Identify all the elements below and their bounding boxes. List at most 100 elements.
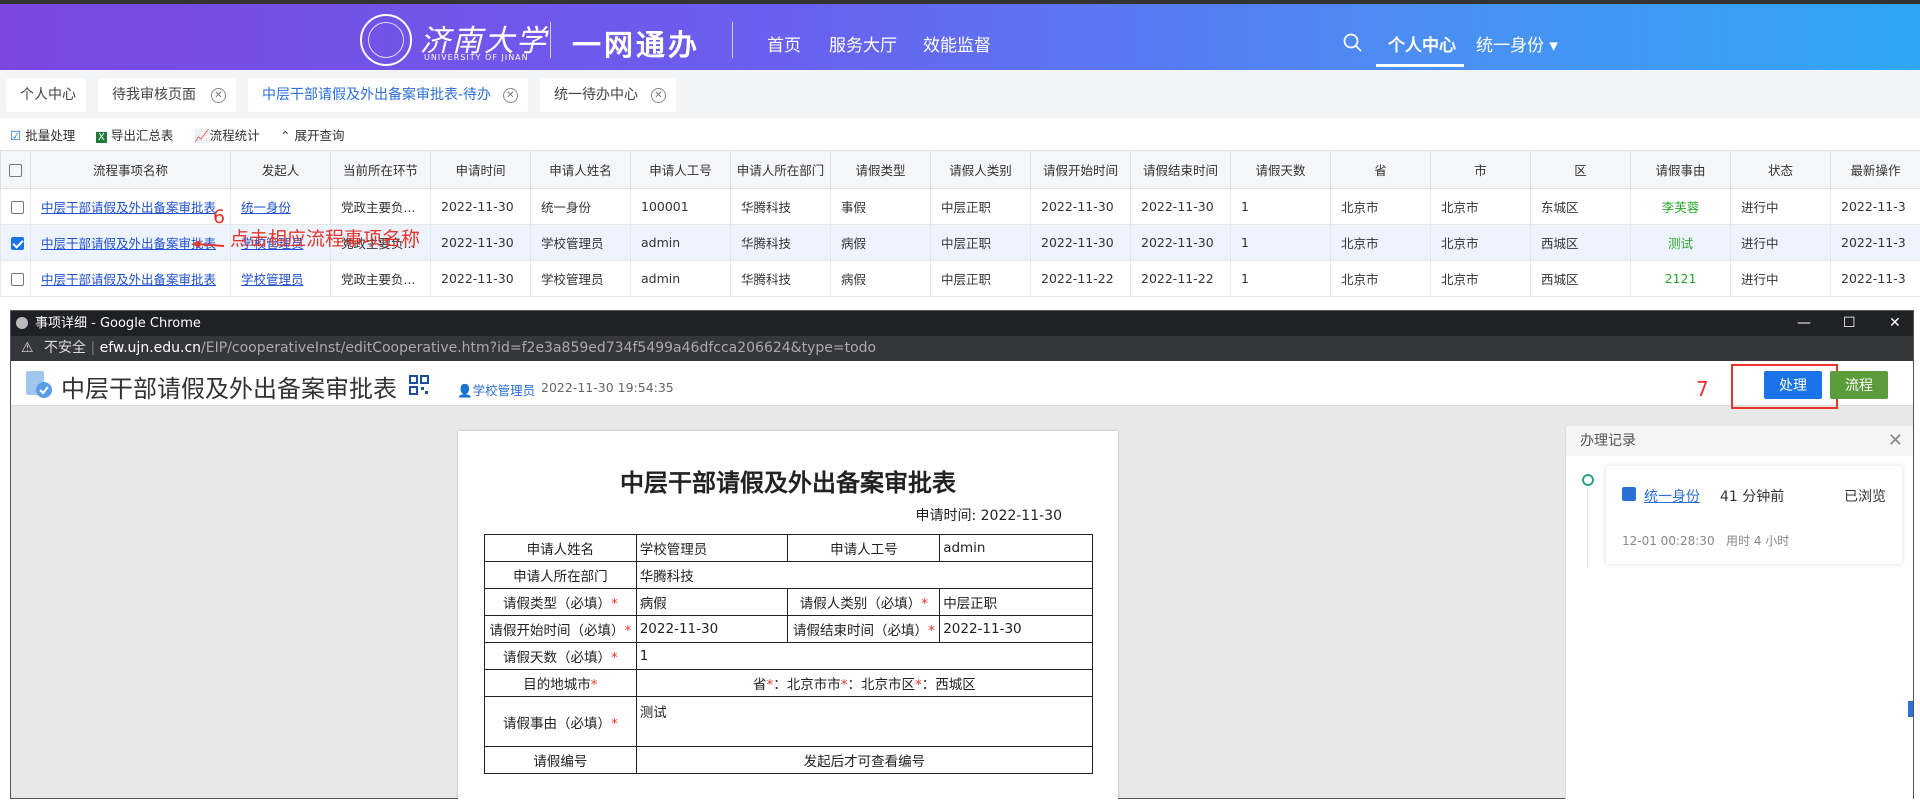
record-status: 已浏览 [1844, 486, 1886, 506]
initiator-link[interactable]: 学校管理员 [241, 272, 304, 287]
search-icon[interactable] [1343, 33, 1363, 53]
batch-process-label: 批量处理 [25, 128, 75, 143]
process-stats-button[interactable]: 📈流程统计 [194, 125, 260, 144]
tab-pending-review[interactable]: 待我审核页面✕ [98, 78, 236, 112]
process-name-link[interactable]: 中层干部请假及外出备案审批表 [41, 236, 216, 251]
days-label: 请假天数（必填） [503, 650, 611, 666]
column-header[interactable]: 流程事项名称 [31, 151, 231, 189]
export-summary-button[interactable]: X 导出汇总表 [96, 125, 173, 144]
url-path: /EIP/cooperativeInst/editCooperative.htm… [201, 340, 876, 356]
column-header[interactable]: 当前所在环节 [331, 151, 431, 189]
column-header[interactable]: 申请人姓名 [531, 151, 631, 189]
nav-service-hall[interactable]: 服务大厅 [829, 31, 897, 56]
row-checkbox[interactable] [11, 237, 24, 250]
column-header[interactable]: 请假人类别 [931, 151, 1031, 189]
field-label: 请假类型（必填）* [485, 589, 637, 616]
close-icon[interactable]: ✕ [503, 88, 518, 103]
scrollbar-marker[interactable] [1908, 701, 1913, 717]
record-panel-header: 办理记录✕ [1566, 426, 1913, 456]
form-date-value: 2022-11-30 [981, 508, 1062, 524]
select-all-checkbox[interactable] [9, 164, 22, 177]
expand-query-button[interactable]: ⌃ 展开查询 [280, 125, 344, 144]
tab-leave-approval[interactable]: 中层干部请假及外出备案审批表-待办✕ [248, 78, 528, 112]
field-label: 申请人姓名 [485, 535, 637, 562]
university-seal-icon [360, 14, 412, 66]
dept-value: 华腾科技 [636, 562, 1092, 589]
tab-personal-center[interactable]: 个人中心 [6, 78, 86, 112]
nav-efficiency[interactable]: 效能监督 [923, 31, 991, 56]
column-header[interactable]: 请假天数 [1231, 151, 1331, 189]
address-bar[interactable]: ⚠ 不安全 | efw.ujn.edu.cn/EIP/cooperativeIn… [11, 336, 1913, 361]
maximize-icon[interactable]: ☐ [1843, 311, 1856, 336]
required-mark: * [624, 623, 631, 639]
table-cell: 进行中 [1731, 261, 1831, 297]
table-cell: 2022-11-22 [1031, 261, 1131, 297]
column-header[interactable]: 请假类型 [831, 151, 931, 189]
column-header[interactable]: 请假结束时间 [1131, 151, 1231, 189]
column-header[interactable]: 最新操作 [1831, 151, 1920, 189]
days-value[interactable]: 1 [636, 643, 1092, 670]
required-mark: * [611, 650, 618, 666]
field-label: 请假事由（必填）* [485, 697, 637, 747]
column-header[interactable]: 申请人所在部门 [731, 151, 831, 189]
destination-value[interactable]: 省*：北京市市*：北京市区*：西城区 [636, 670, 1092, 697]
nav-personal-center[interactable]: 个人中心 [1388, 31, 1456, 56]
qr-code-icon[interactable] [409, 375, 429, 395]
required-mark: * [591, 677, 598, 693]
nav-home[interactable]: 首页 [767, 31, 801, 56]
end-date-value[interactable]: 2022-11-30 [940, 616, 1093, 643]
process-name-link[interactable]: 中层干部请假及外出备案审批表 [41, 272, 216, 287]
column-header[interactable]: 请假开始时间 [1031, 151, 1131, 189]
leaver-cat-value[interactable]: 中层正职 [940, 589, 1093, 616]
process-button[interactable]: 处理 [1764, 371, 1822, 399]
column-header[interactable]: 省 [1331, 151, 1431, 189]
table-cell: admin [631, 261, 731, 297]
table-cell: 2022-11-3 [1831, 189, 1920, 225]
process-name-link[interactable]: 中层干部请假及外出备案审批表 [41, 200, 216, 215]
table-cell: 华腾科技 [731, 189, 831, 225]
column-header[interactable]: 区 [1531, 151, 1631, 189]
leave-type-value[interactable]: 病假 [636, 589, 788, 616]
start-date-value[interactable]: 2022-11-30 [636, 616, 788, 643]
select-all-cell[interactable] [1, 151, 31, 189]
close-icon[interactable]: ✕ [1888, 426, 1903, 456]
row-checkbox[interactable] [11, 201, 24, 214]
table-row[interactable]: 中层干部请假及外出备案审批表学校管理员党政主要负...2022-11-30学校管… [1, 261, 1920, 297]
table-cell[interactable]: 统一身份 [231, 189, 331, 225]
close-icon[interactable]: ✕ [211, 88, 226, 103]
column-header[interactable]: 申请时间 [431, 151, 531, 189]
row-select-cell[interactable] [1, 261, 31, 297]
table-cell: 2022-11-30 [1031, 189, 1131, 225]
table-cell[interactable]: 中层干部请假及外出备案审批表 [31, 189, 231, 225]
submitter-link[interactable]: 👤学校管理员 [457, 380, 535, 399]
column-header[interactable]: 市 [1431, 151, 1531, 189]
close-icon[interactable]: ✕ [651, 88, 666, 103]
column-header[interactable]: 状态 [1731, 151, 1831, 189]
batch-process-button[interactable]: ☑ 批量处理 [10, 125, 75, 144]
initiator-link[interactable]: 统一身份 [241, 200, 291, 215]
table-cell[interactable]: 学校管理员 [231, 261, 331, 297]
tab-unified-todo[interactable]: 统一待办中心✕ [540, 78, 676, 112]
minimize-icon[interactable]: — [1797, 311, 1811, 336]
user-menu[interactable]: 统一身份 ▾ [1476, 31, 1558, 56]
table-cell[interactable]: 中层干部请假及外出备案审批表 [31, 261, 231, 297]
row-checkbox[interactable] [11, 273, 24, 286]
column-header[interactable]: 发起人 [231, 151, 331, 189]
dest-city-label: 市 [827, 677, 841, 693]
reason-label: 请假事由（必填） [503, 716, 611, 732]
table-cell: 2022-11-3 [1831, 225, 1920, 261]
record-user-link[interactable]: 统一身份 [1644, 486, 1700, 506]
column-header[interactable]: 申请人工号 [631, 151, 731, 189]
row-select-cell[interactable] [1, 189, 31, 225]
reason-value[interactable]: 测试 [636, 697, 1092, 747]
table-row[interactable]: 中层干部请假及外出备案审批表统一身份党政主要负...2022-11-30统一身份… [1, 189, 1920, 225]
table-cell: 北京市 [1431, 261, 1531, 297]
url-domain: efw.ujn.edu.cn [100, 340, 201, 356]
close-window-icon[interactable]: ✕ [1889, 311, 1901, 336]
window-title: 事项详细 - Google Chrome [35, 316, 201, 331]
column-header[interactable]: 请假事由 [1631, 151, 1731, 189]
flow-button[interactable]: 流程 [1830, 371, 1888, 399]
row-select-cell[interactable] [1, 225, 31, 261]
record-time: 12-01 00:28:30 [1622, 534, 1715, 548]
table-cell: 1 [1231, 189, 1331, 225]
